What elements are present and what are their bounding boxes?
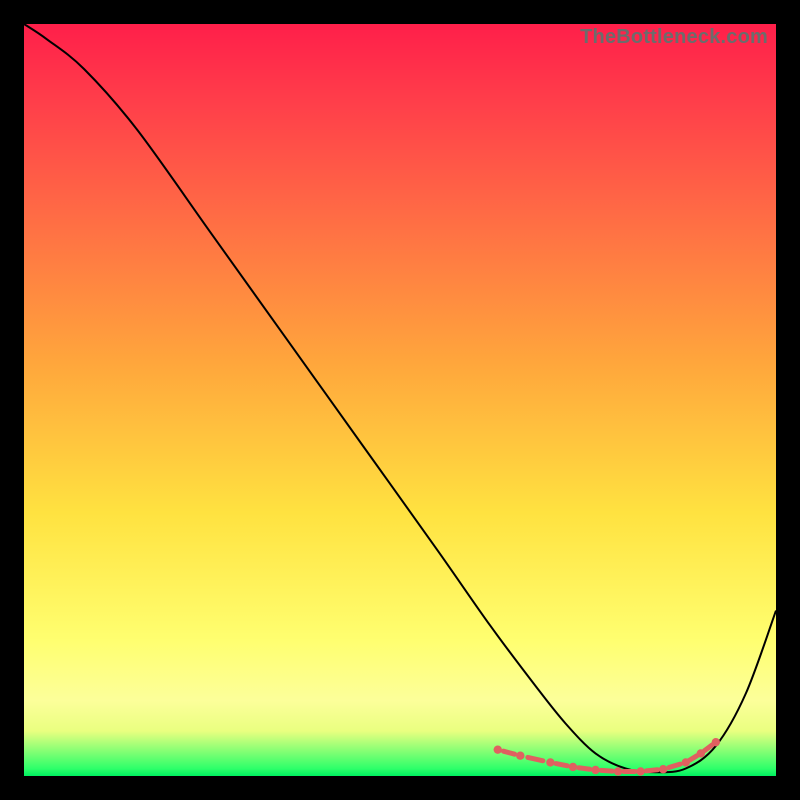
bottleneck-curve (24, 24, 776, 772)
marker-segment (503, 751, 514, 754)
marker-dot (682, 758, 690, 766)
marker-dot (697, 749, 705, 757)
marker-dot (569, 763, 577, 771)
chart-svg (24, 24, 776, 776)
marker-segment (601, 770, 612, 771)
marker-segment (705, 745, 713, 751)
marker-dot (636, 767, 644, 775)
marker-segment (669, 764, 680, 767)
marker-dot (591, 766, 599, 774)
marker-dot (614, 767, 622, 775)
marker-segment (579, 768, 590, 770)
marker-segment (528, 757, 543, 760)
marker-dot (712, 738, 720, 746)
marker-dot (516, 751, 524, 759)
marker-segment (646, 770, 657, 771)
marker-segment (690, 756, 698, 761)
marker-dot (546, 758, 554, 766)
marker-dot (494, 745, 502, 753)
marker-dot (659, 765, 667, 773)
marker-group (494, 738, 720, 776)
plot-area: TheBottleneck.com (24, 24, 776, 776)
marker-segment (556, 764, 567, 766)
chart-frame: TheBottleneck.com (0, 0, 800, 800)
